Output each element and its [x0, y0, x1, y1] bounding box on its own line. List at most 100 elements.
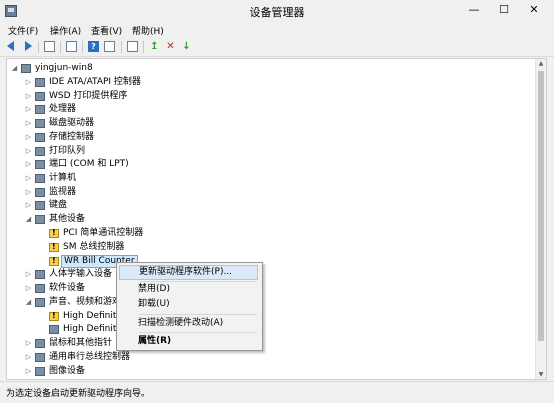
properties-menu-item[interactable]: 属性(R)	[119, 334, 258, 349]
expand-chevron-icon[interactable]: ▷	[24, 172, 33, 185]
collapse-chevron-icon[interactable]: ◢	[24, 213, 33, 226]
tree-node-print-queue[interactable]: ▷ 打印队列	[7, 145, 307, 158]
help-button[interactable]: ?	[88, 40, 101, 53]
toolbar-divider	[60, 41, 61, 53]
ide-controller-icon	[35, 78, 45, 87]
minimize-button[interactable]: —	[460, 0, 488, 20]
collapse-chevron-icon[interactable]: ◢	[24, 296, 33, 309]
speaker-icon	[35, 298, 45, 307]
expand-chevron-icon[interactable]: ▷	[24, 76, 33, 89]
expand-chevron-icon[interactable]: ▷	[24, 186, 33, 199]
tree-node-sm-bus[interactable]: SM 总线控制器	[7, 241, 307, 254]
vertical-scrollbar[interactable]: ▲ ▼	[535, 59, 546, 379]
close-button[interactable]: ✕	[520, 0, 548, 20]
tree-node-monitor[interactable]: ▷ 监视器	[7, 186, 307, 199]
root-label: yingjun-win8	[35, 63, 93, 73]
printer-icon	[35, 92, 45, 101]
tree-label: IDE ATA/ATAPI 控制器	[49, 77, 141, 87]
menu-file[interactable]: 文件(F)	[8, 24, 38, 37]
uninstall-menu-item[interactable]: 卸载(U)	[119, 297, 258, 312]
disable-menu-item[interactable]: 禁用(D)	[119, 282, 258, 297]
tree-node-other-devices[interactable]: ◢ 其他设备	[7, 213, 307, 226]
expand-chevron-icon[interactable]: ▷	[24, 268, 33, 281]
title-bar: 设备管理器 — ☐ ✕	[0, 0, 554, 22]
toolbar-divider	[38, 41, 39, 53]
pane-view-button[interactable]	[104, 40, 117, 53]
tree-node-ports[interactable]: ▷ 端口 (COM 和 LPT)	[7, 158, 307, 171]
update-driver-menu-item[interactable]: 更新驱动程序软件(P)...	[119, 265, 258, 280]
tree-label: 磁盘驱动器	[49, 118, 95, 128]
pane-view-icon	[104, 41, 115, 52]
tree-node-computer[interactable]: ▷ 计算机	[7, 172, 307, 185]
update-driver-button[interactable]: ↥	[149, 40, 162, 53]
back-button[interactable]	[7, 40, 20, 53]
forward-button[interactable]	[21, 40, 34, 53]
expand-chevron-icon[interactable]: ▷	[24, 337, 33, 350]
tree-label: 人体学输入设备	[49, 269, 113, 279]
tree-label: 存储控制器	[49, 132, 95, 142]
expand-chevron-icon[interactable]: ▷	[24, 351, 33, 364]
scan-hardware-menu-item[interactable]: 扫描检测硬件改动(A)	[119, 316, 258, 331]
storage-controller-icon	[35, 133, 45, 142]
tree-node-storage[interactable]: ▷ 存储控制器	[7, 131, 307, 144]
tree-label: 计算机	[49, 173, 77, 183]
toolbar-divider	[143, 41, 144, 53]
tree-node-keyboard[interactable]: ▷ 键盘	[7, 199, 307, 212]
context-menu: 更新驱动程序软件(P)... 禁用(D) 卸载(U) 扫描检测硬件改动(A) 属…	[116, 262, 263, 351]
tree-node-ide[interactable]: ▷ IDE ATA/ATAPI 控制器	[7, 76, 307, 89]
menu-action[interactable]: 操作(A)	[50, 24, 81, 37]
menu-help[interactable]: 帮助(H)	[132, 24, 164, 37]
tree-label: 通用串行总线控制器	[49, 352, 131, 362]
scroll-thumb[interactable]	[538, 71, 544, 341]
expand-chevron-icon[interactable]: ▷	[24, 90, 33, 103]
tree-node-usb[interactable]: ▷ 通用串行总线控制器	[7, 351, 307, 364]
tree-label: 软件设备	[49, 283, 86, 293]
tree-pane-icon	[44, 41, 55, 52]
tree-node-wsd[interactable]: ▷ WSD 打印提供程序	[7, 90, 307, 103]
back-arrow-icon	[7, 41, 14, 51]
warning-device-icon	[49, 256, 59, 266]
expand-chevron-icon[interactable]: ▷	[24, 103, 33, 116]
expand-chevron-icon[interactable]: ▷	[24, 145, 33, 158]
tree-node-processor[interactable]: ▷ 处理器	[7, 103, 307, 116]
tree-label: 监视器	[49, 187, 77, 197]
scan-monitor-icon	[127, 41, 138, 52]
expand-chevron-icon[interactable]: ▷	[24, 158, 33, 171]
collapse-chevron-icon[interactable]: ◢	[10, 62, 19, 75]
device-tree[interactable]: ◢ yingjun-win8 ▷ IDE ATA/ATAPI 控制器 ▷ WSD…	[6, 58, 547, 380]
expand-chevron-icon[interactable]: ▷	[24, 199, 33, 212]
tree-node-disk[interactable]: ▷ 磁盘驱动器	[7, 117, 307, 130]
tree-root[interactable]: ◢ yingjun-win8	[7, 62, 307, 75]
mouse-icon	[35, 339, 45, 348]
software-device-icon	[35, 284, 45, 293]
tree-label: WSD 打印提供程序	[49, 91, 128, 101]
tree-node-imaging[interactable]: ▷ 图像设备	[7, 365, 307, 378]
scan-hardware-button[interactable]	[127, 40, 140, 53]
properties-button[interactable]	[66, 40, 79, 53]
warning-device-icon	[49, 311, 59, 321]
expand-chevron-icon[interactable]: ▷	[24, 282, 33, 295]
menu-view[interactable]: 查看(V)	[91, 24, 122, 37]
help-icon: ?	[88, 41, 99, 52]
tree-label: 端口 (COM 和 LPT)	[49, 159, 129, 169]
show-hide-tree-button[interactable]	[44, 40, 57, 53]
disable-device-icon: ✕	[166, 41, 175, 52]
tree-label: 其他设备	[49, 214, 86, 224]
tree-node-pci-comm[interactable]: PCI 简单通讯控制器	[7, 227, 307, 240]
scroll-up-icon[interactable]: ▲	[536, 60, 546, 67]
uninstall-device-button[interactable]: ↓	[181, 40, 194, 53]
disable-device-button[interactable]: ✕	[165, 40, 178, 53]
scroll-down-icon[interactable]: ▼	[536, 371, 546, 378]
maximize-button[interactable]: ☐	[490, 0, 518, 20]
disk-drive-icon	[35, 119, 45, 128]
tree-label: SM 总线控制器	[63, 242, 125, 252]
expand-chevron-icon[interactable]: ▷	[24, 117, 33, 130]
hid-icon	[35, 270, 45, 279]
expand-chevron-icon[interactable]: ▷	[24, 365, 33, 378]
status-bar: 为选定设备启动更新驱动程序向导。	[0, 381, 554, 403]
print-queue-icon	[35, 147, 45, 156]
expand-chevron-icon[interactable]: ▷	[24, 131, 33, 144]
forward-arrow-icon	[25, 41, 32, 51]
tree-label: 图像设备	[49, 366, 86, 376]
update-driver-icon: ↥	[150, 41, 159, 52]
